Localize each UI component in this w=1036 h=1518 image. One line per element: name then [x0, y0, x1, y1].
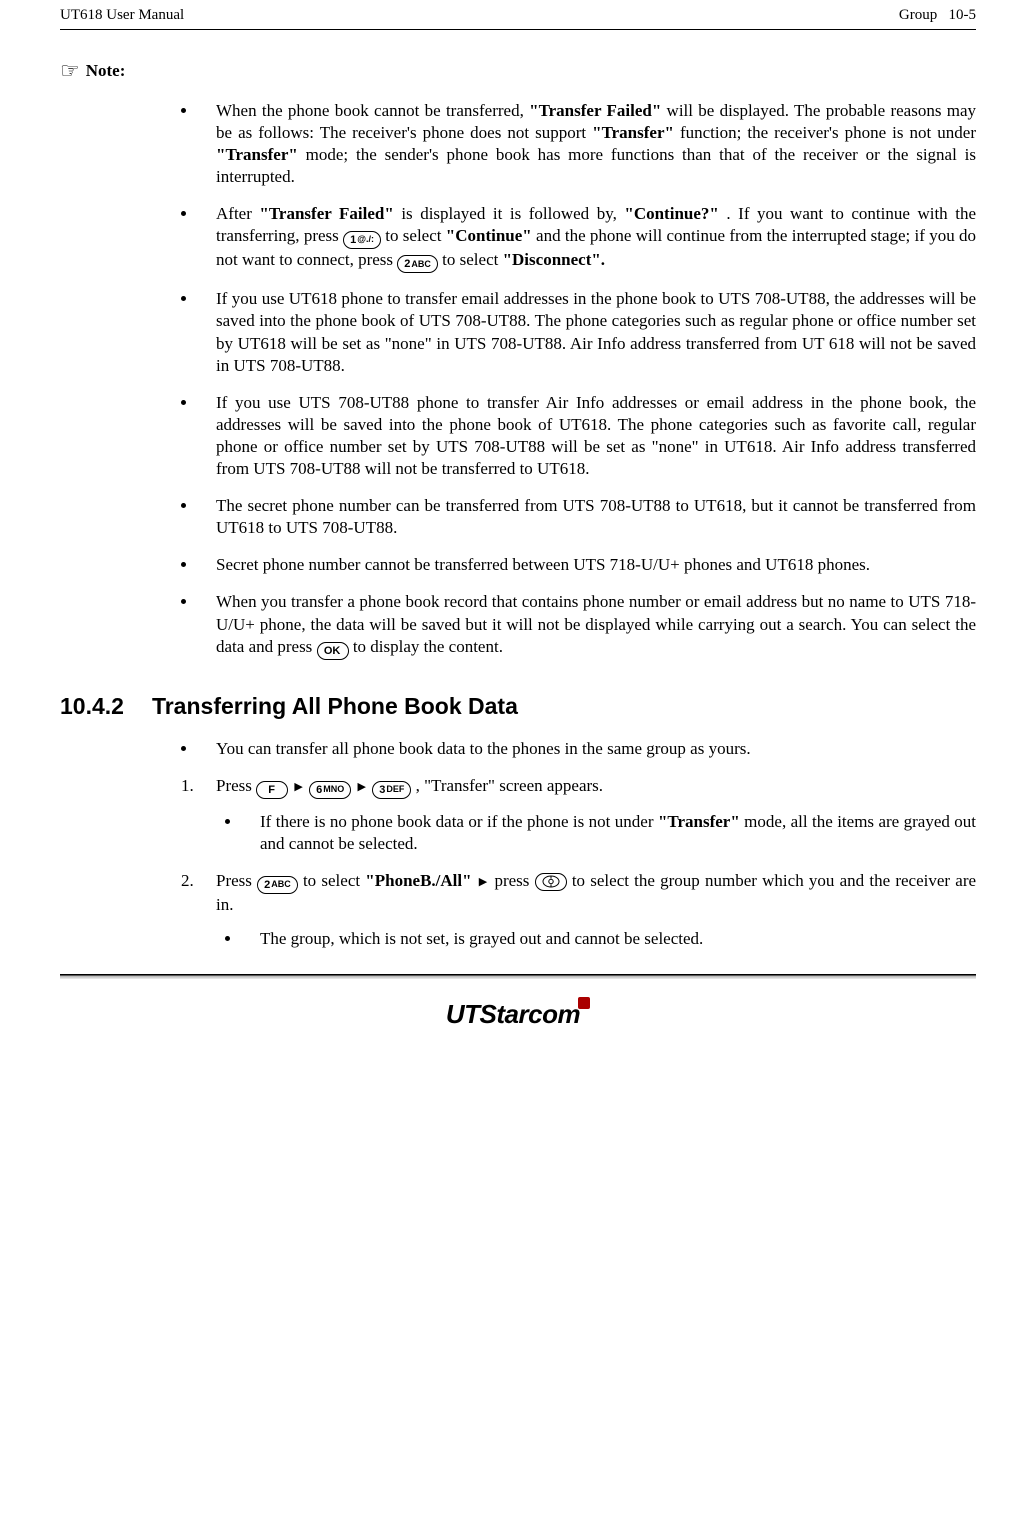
- key-3-icon: 3DEF: [372, 781, 411, 799]
- triangle-icon: ▶: [479, 875, 487, 889]
- section-number: 10.4.2: [60, 692, 124, 722]
- bullet-2: After "Transfer Failed" is displayed it …: [198, 203, 976, 273]
- note-body: When the phone book cannot be transferre…: [60, 100, 976, 660]
- key-1-icon: 1@./:: [343, 231, 381, 249]
- section-heading: 10.4.2 Transferring All Phone Book Data: [60, 692, 976, 722]
- bullet-4: If you use UTS 708-UT88 phone to transfe…: [198, 392, 976, 480]
- key-ok-icon: OK: [317, 642, 349, 660]
- key-2-icon: 2ABC: [257, 876, 298, 894]
- bullet-7: When you transfer a phone book record th…: [198, 591, 976, 659]
- step-1-sub: If there is no phone book data or if the…: [242, 811, 976, 855]
- step-1: Press F ▶ 6MNO ▶ 3DEF , "Transfer" scree…: [198, 775, 976, 855]
- section-body: You can transfer all phone book data to …: [60, 738, 976, 951]
- page-header: UT618 User Manual Group 10-5: [60, 6, 976, 27]
- footer-logo: UTStarcom: [60, 997, 976, 1032]
- bullet-6: Secret phone number cannot be transferre…: [198, 554, 976, 576]
- step-2: Press 2ABC to select "PhoneB./All" ▶ pre…: [198, 870, 976, 950]
- footer-rule: [60, 974, 976, 979]
- logo-dot-icon: [578, 997, 590, 1009]
- bullet-3: If you use UT618 phone to transfer email…: [198, 288, 976, 376]
- bullet-1: When the phone book cannot be transferre…: [198, 100, 976, 188]
- bullet-5: The secret phone number can be transferr…: [198, 495, 976, 539]
- note-label: ☞ Note:: [60, 60, 976, 82]
- header-right: Group 10-5: [899, 6, 976, 26]
- nav-key-icon: [535, 873, 567, 891]
- section-title: Transferring All Phone Book Data: [152, 692, 518, 722]
- key-6-icon: 6MNO: [309, 781, 351, 799]
- header-left: UT618 User Manual: [60, 6, 184, 26]
- triangle-icon: ▶: [294, 780, 302, 794]
- key-f-icon: F: [256, 781, 288, 799]
- key-2-icon: 2ABC: [397, 255, 438, 273]
- section-bullet: You can transfer all phone book data to …: [198, 738, 976, 760]
- triangle-icon: ▶: [358, 780, 366, 794]
- header-rule: [60, 29, 976, 30]
- pointing-hand-icon: ☞: [60, 60, 80, 82]
- step-2-sub: The group, which is not set, is grayed o…: [242, 928, 976, 950]
